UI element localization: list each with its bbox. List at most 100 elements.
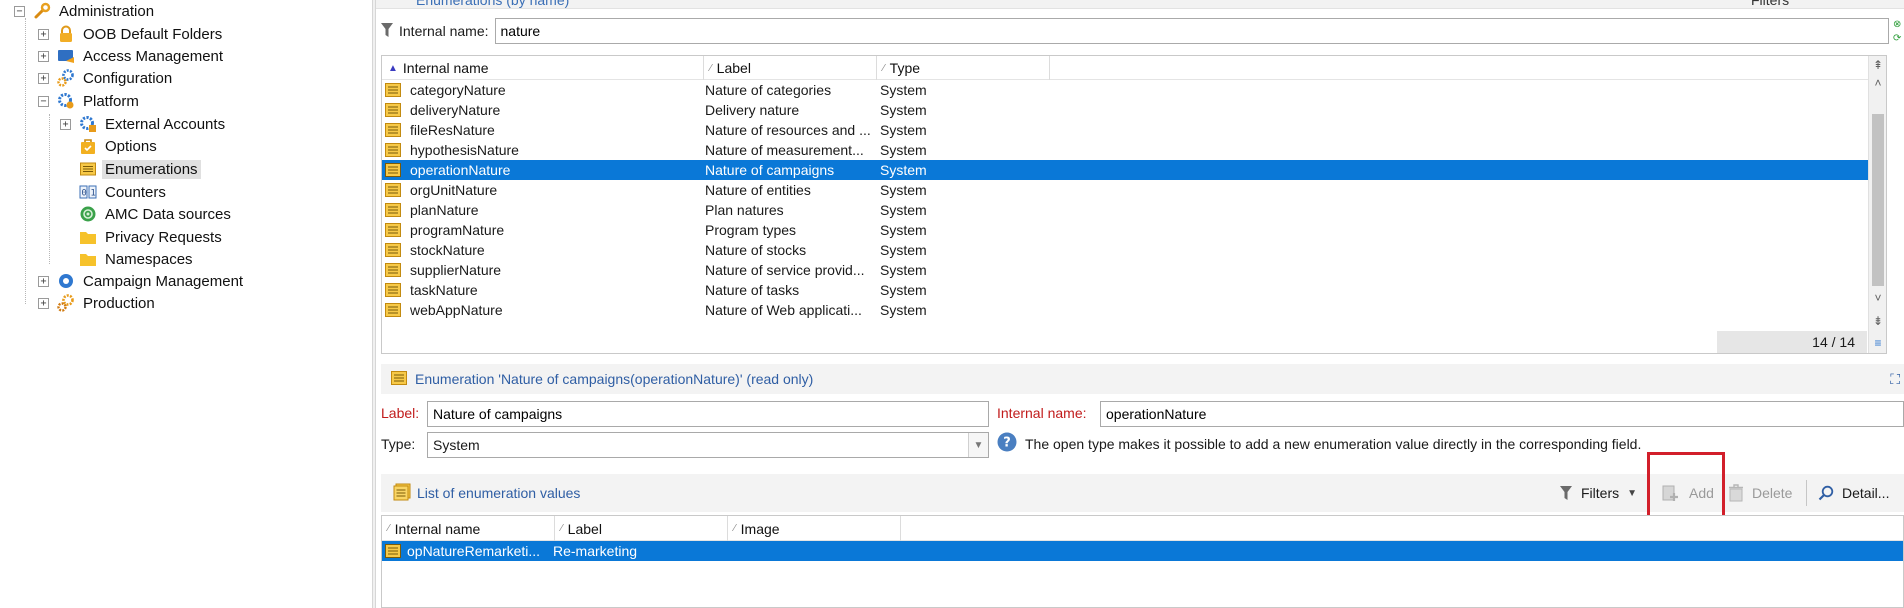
- svg-text:?: ?: [1003, 436, 1011, 451]
- sort-ascending-icon: ▲: [388, 62, 398, 74]
- tree-item-production[interactable]: + Production: [38, 292, 158, 314]
- table-row[interactable]: orgUnitNature Nature of entities System: [382, 180, 1886, 200]
- svg-text:0: 0: [81, 189, 86, 199]
- tree-item-options[interactable]: Options: [79, 135, 160, 157]
- table-row[interactable]: operationNature Nature of campaigns System: [382, 160, 1886, 180]
- filter-icon[interactable]: [381, 22, 393, 41]
- column-header-image[interactable]: ⁄ Image: [728, 516, 901, 541]
- column-header-label[interactable]: ⁄ Label: [704, 56, 877, 80]
- scroll-bottom-icon[interactable]: ⇟: [1869, 312, 1887, 330]
- detail-button[interactable]: Detail...: [1818, 474, 1889, 512]
- chevron-down-icon[interactable]: ▼: [968, 433, 988, 457]
- expand-toggle[interactable]: +: [38, 275, 49, 287]
- column-menu-icon[interactable]: ≡: [1869, 334, 1887, 352]
- cell-type: System: [880, 282, 927, 298]
- folder-icon: [79, 228, 97, 246]
- scroll-top-icon[interactable]: ⇞: [1869, 56, 1887, 74]
- sort-icon: ⁄: [734, 523, 736, 534]
- trash-icon: [1729, 484, 1743, 502]
- cell-label: Nature of Web applicati...: [705, 302, 862, 318]
- column-header-internal-name[interactable]: ⁄ Internal name: [382, 516, 555, 541]
- table-row[interactable]: stockNature Nature of stocks System: [382, 240, 1886, 260]
- tree-item-amc-data-sources[interactable]: AMC Data sources: [79, 203, 234, 225]
- collapse-toggle[interactable]: −: [38, 95, 49, 107]
- counter-icon: 01: [79, 183, 97, 201]
- cell-internal-name: categoryNature: [410, 82, 506, 98]
- table-row[interactable]: taskNature Nature of tasks System: [382, 280, 1886, 300]
- data-source-icon: [79, 205, 97, 223]
- expand-toggle[interactable]: +: [38, 28, 49, 40]
- list-title: Enumerations (by name): [416, 0, 570, 8]
- tree-item-configuration[interactable]: + Configuration: [38, 67, 175, 89]
- table-row[interactable]: supplierNature Nature of service provid..…: [382, 260, 1886, 280]
- scroll-up-icon[interactable]: ˄: [1869, 74, 1887, 92]
- detail-title: Enumeration 'Nature of campaigns(operati…: [415, 371, 814, 387]
- cell-type: System: [880, 122, 927, 138]
- toolbar-separator: [1806, 480, 1807, 506]
- add-button[interactable]: Add: [1661, 474, 1714, 512]
- column-title: Internal name: [402, 60, 489, 76]
- filter-icon: [1560, 486, 1572, 500]
- tree-item-enumerations[interactable]: Enumerations: [79, 158, 201, 180]
- tree-item-external-accounts[interactable]: + External Accounts: [60, 113, 228, 135]
- tree-item-label: Namespaces: [105, 250, 193, 268]
- cell-internal-name: deliveryNature: [410, 102, 501, 118]
- folder-icon: [79, 250, 97, 268]
- info-text: The open type makes it possible to add a…: [1025, 435, 1642, 452]
- column-header-internal-name[interactable]: ▲ Internal name: [382, 56, 704, 80]
- scroll-down-icon[interactable]: ˅: [1869, 289, 1887, 307]
- type-select[interactable]: System ▼: [427, 432, 989, 458]
- table-row[interactable]: programNature Program types System: [382, 220, 1886, 240]
- table-row[interactable]: webAppNature Nature of Web applicati... Sy…: [382, 300, 1886, 320]
- scroll-thumb[interactable]: [1872, 114, 1884, 286]
- table-row[interactable]: fileResNature Nature of resources and ...…: [382, 120, 1886, 140]
- tree-item-administration[interactable]: − Administration: [14, 0, 157, 22]
- column-title: Internal name: [394, 520, 481, 537]
- tree-item-privacy-requests[interactable]: Privacy Requests: [79, 226, 225, 248]
- refresh-icon[interactable]: ⊗ ⟳: [1893, 18, 1904, 48]
- column-title: Label: [567, 520, 602, 537]
- tree-item-label: Administration: [59, 2, 155, 20]
- type-value: System: [433, 437, 480, 453]
- expand-toggle[interactable]: +: [38, 297, 49, 309]
- cell-type: System: [880, 262, 927, 278]
- tree-item-counters[interactable]: 01 Counters: [79, 181, 169, 203]
- expand-toggle[interactable]: +: [38, 50, 49, 62]
- cell-type: System: [880, 82, 927, 98]
- tree-item-oob-default-folders[interactable]: + OOB Default Folders: [38, 23, 225, 45]
- expand-toggle[interactable]: +: [38, 72, 49, 84]
- table-row[interactable]: planNature Plan natures System: [382, 200, 1886, 220]
- vertical-scrollbar[interactable]: ⇞ ˄ ˅ ⇟ ≡: [1868, 56, 1886, 353]
- column-header-label[interactable]: ⁄ Label: [555, 516, 728, 541]
- cell-internal-name: programNature: [410, 222, 505, 238]
- tree-item-namespaces[interactable]: Namespaces: [79, 248, 196, 270]
- cell-label: Nature of entities: [705, 182, 811, 198]
- filters-button[interactable]: Filters: [1751, 0, 1789, 8]
- expand-toggle[interactable]: +: [60, 118, 71, 130]
- enumeration-icon: [382, 123, 404, 137]
- cell-label: Nature of resources and ...: [705, 122, 871, 138]
- cell-internal-name: stockNature: [410, 242, 485, 258]
- collapse-toggle[interactable]: −: [14, 5, 25, 17]
- cell-label: Nature of service provid...: [705, 262, 865, 278]
- cell-type: System: [880, 142, 927, 158]
- enumeration-values-icon: [393, 483, 411, 504]
- label-field[interactable]: [427, 401, 989, 427]
- table-row[interactable]: hypothesisNature Nature of measurement...…: [382, 140, 1886, 160]
- filters-button[interactable]: Filters ▼: [1560, 474, 1637, 512]
- table-row[interactable]: opNatureRemarketi... Re-marketing: [382, 541, 1903, 561]
- internal-name-filter-input[interactable]: [494, 18, 1889, 44]
- tree-item-campaign-management[interactable]: + Campaign Management: [38, 270, 246, 292]
- tree-item-platform[interactable]: − Platform: [38, 90, 142, 112]
- gears-icon: [57, 69, 75, 87]
- cell-type: System: [880, 182, 927, 198]
- pane-splitter[interactable]: [372, 0, 376, 608]
- tree-item-access-management[interactable]: + Access Management: [38, 45, 226, 67]
- cell-type: System: [880, 202, 927, 218]
- table-row[interactable]: deliveryNature Delivery nature System: [382, 100, 1886, 120]
- delete-button[interactable]: Delete: [1728, 474, 1792, 512]
- table-row[interactable]: categoryNature Nature of categories System: [382, 80, 1886, 100]
- internal-name-field[interactable]: [1100, 401, 1904, 427]
- column-header-type[interactable]: ⁄ Type: [877, 56, 1050, 80]
- maximize-icon[interactable]: ⛶: [1890, 371, 1900, 388]
